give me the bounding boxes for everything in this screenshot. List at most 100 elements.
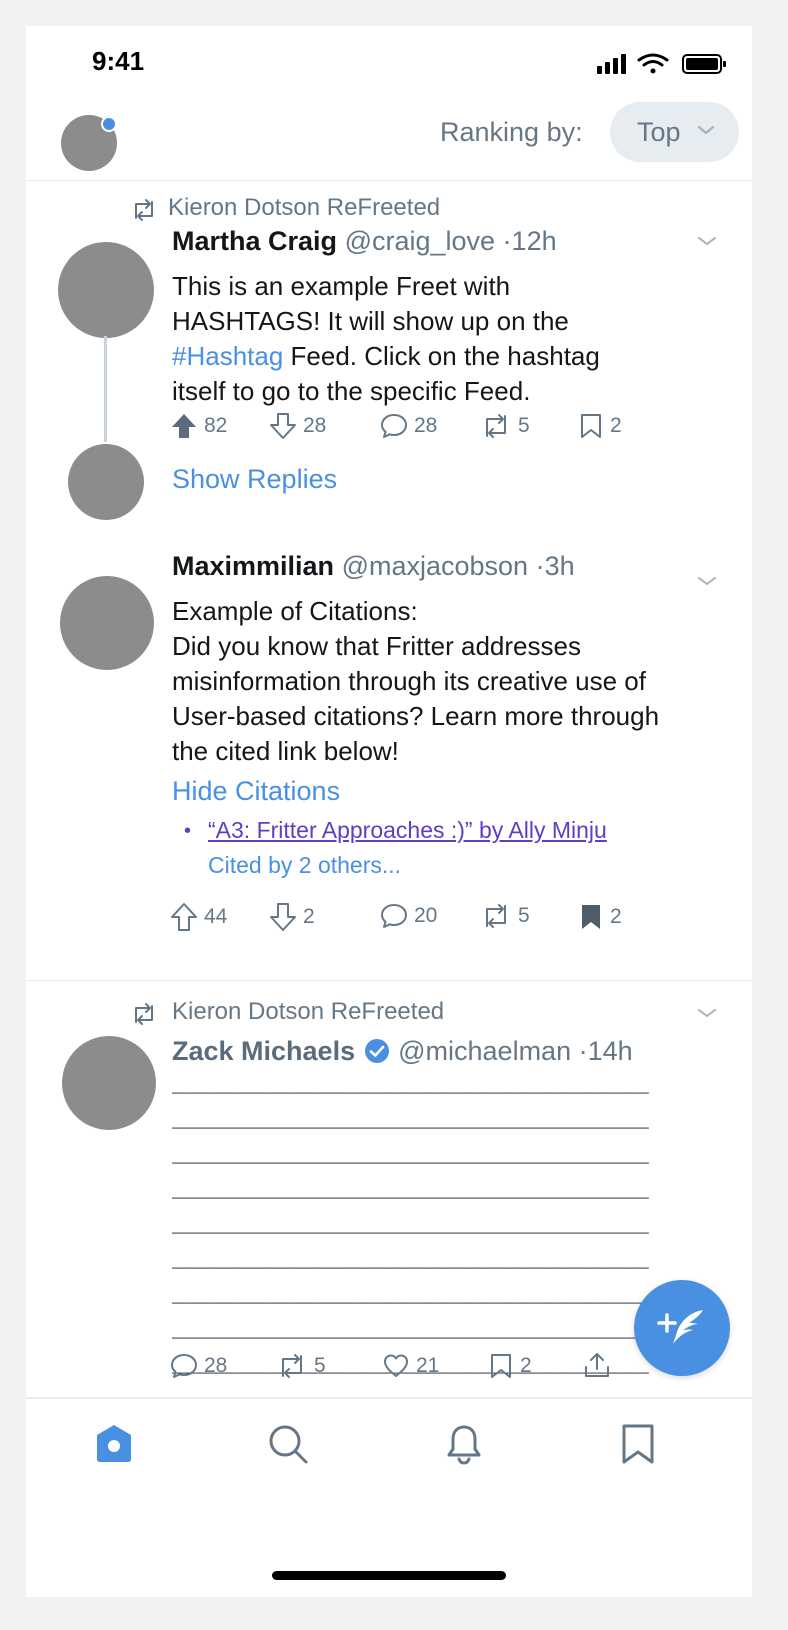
battery-icon — [682, 54, 726, 74]
cited-by-link[interactable]: Cited by 2 others... — [208, 852, 401, 879]
comment-icon — [171, 1354, 197, 1378]
upvote-icon — [171, 903, 197, 931]
bookmark-button[interactable]: 2 — [578, 902, 622, 932]
ranking-value: Top — [637, 117, 681, 147]
tab-search[interactable] — [264, 1420, 312, 1468]
post-text-line: HASHTAGS! It will show up on the — [172, 306, 569, 336]
status-icons — [591, 52, 731, 76]
hide-citations-link[interactable]: Hide Citations — [172, 776, 340, 807]
bookmark-filled-icon — [582, 905, 600, 929]
comment-count: 28 — [204, 1354, 228, 1377]
comment-button[interactable]: 20 — [380, 902, 437, 930]
upvote-button[interactable]: 82 — [170, 412, 227, 440]
post-text-line: Did you know that Fritter addresses — [172, 631, 581, 661]
bookmark-button[interactable]: 2 — [578, 412, 622, 440]
share-icon — [585, 1353, 609, 1377]
comment-icon — [381, 414, 407, 438]
comment-count: 20 — [414, 904, 438, 927]
bookmark-button[interactable]: 2 — [488, 1352, 532, 1380]
like-button[interactable]: 21 — [382, 1352, 439, 1380]
post-time: ·12h — [502, 226, 557, 256]
downvote-button[interactable]: 28 — [269, 412, 326, 440]
verified-badge-icon — [364, 1039, 389, 1063]
comment-button[interactable]: 28 — [380, 412, 437, 440]
downvote-button[interactable]: 2 — [269, 902, 315, 932]
bookmark-count: 2 — [520, 1354, 532, 1377]
wifi-icon — [637, 53, 669, 74]
heart-icon — [384, 1354, 408, 1377]
search-icon — [269, 1425, 308, 1464]
post-avatar[interactable] — [60, 576, 154, 670]
refreet-icon — [486, 414, 506, 438]
post-avatar[interactable] — [58, 242, 154, 338]
post-avatar[interactable] — [62, 1036, 156, 1130]
post-text-line: ____________________________________ — [172, 1279, 649, 1304]
refreet-icon — [486, 904, 506, 928]
upvote-count: 82 — [204, 414, 228, 437]
upvote-count: 44 — [204, 905, 228, 928]
downvote-count: 2 — [303, 905, 315, 928]
like-count: 21 — [416, 1354, 440, 1377]
post-header: Zack Michaels @michaelman ·14h — [172, 1036, 633, 1067]
refreet-button[interactable]: 5 — [480, 902, 530, 930]
upvote-filled-icon — [172, 414, 196, 438]
ranking-label: Ranking by: — [440, 117, 583, 147]
downvote-icon — [270, 413, 296, 439]
reply-avatar[interactable] — [68, 444, 144, 520]
bookmark-count: 2 — [610, 414, 622, 437]
refreet-button[interactable]: 5 — [276, 1352, 326, 1380]
thread-line — [104, 336, 107, 442]
author-handle[interactable]: @craig_love — [345, 226, 495, 256]
bookmark-count: 2 — [610, 905, 622, 928]
post-divider — [26, 980, 752, 981]
comment-button[interactable]: 28 — [170, 1352, 227, 1380]
post-text: This is an example Freet with HASHTAGS! … — [172, 269, 702, 409]
share-button[interactable] — [582, 1350, 612, 1380]
citation-link[interactable]: “A3: Fritter Approaches :)” by Ally Minj… — [208, 817, 607, 844]
author-handle[interactable]: @maxjacobson — [342, 551, 529, 581]
header-divider — [26, 180, 752, 181]
post-text-line: ____________________________________ — [172, 1174, 649, 1199]
author-name[interactable]: Zack Michaels — [172, 1036, 355, 1066]
author-name[interactable]: Martha Craig — [172, 226, 337, 256]
bookmark-icon — [622, 1424, 654, 1464]
chevron-down-icon[interactable] — [696, 574, 718, 588]
refreet-button[interactable]: 5 — [480, 412, 530, 440]
refreet-context-icon — [135, 1003, 153, 1025]
post-text-line: ____________________________________ — [172, 1209, 649, 1234]
compose-button[interactable] — [634, 1280, 730, 1376]
tab-notifications[interactable] — [440, 1420, 488, 1468]
bell-icon — [447, 1425, 481, 1465]
notification-dot — [101, 116, 117, 132]
post-text: ____________________________________ ___… — [172, 1064, 702, 1379]
post-text-fragment: Feed. Click on the hashtag — [283, 341, 600, 371]
post-text: Example of Citations: Did you know that … — [172, 594, 712, 769]
chevron-down-icon[interactable] — [696, 1006, 718, 1020]
chevron-down-icon[interactable] — [696, 234, 718, 248]
author-name[interactable]: Maximmilian — [172, 551, 334, 581]
compose-feather-icon — [657, 1310, 703, 1344]
post-text-line: the cited link below! — [172, 736, 399, 766]
citation-bullet: • — [184, 820, 192, 842]
post-header: Maximmilian @maxjacobson ·3h — [172, 551, 575, 582]
upvote-button[interactable]: 44 — [170, 902, 227, 932]
post-text-line: User-based citations? Learn more through — [172, 701, 660, 731]
refreet-count: 5 — [518, 414, 530, 437]
post-time: ·14h — [578, 1036, 633, 1066]
post-time: ·3h — [535, 551, 575, 581]
hashtag-link[interactable]: #Hashtag — [172, 341, 283, 371]
refreet-icon — [282, 1354, 302, 1378]
post-text-line: ____________________________________ — [172, 1244, 649, 1269]
tab-home[interactable] — [90, 1420, 138, 1468]
show-replies-link[interactable]: Show Replies — [172, 464, 337, 495]
refreet-count: 5 — [314, 1354, 326, 1377]
refreet-context-icon — [135, 199, 153, 221]
tab-bookmarks[interactable] — [614, 1420, 662, 1468]
post-text-line: misinformation through its creative use … — [172, 666, 646, 696]
post-text-line: This is an example Freet with — [172, 271, 511, 301]
home-icon — [97, 1425, 131, 1462]
author-handle[interactable]: @michaelman — [398, 1036, 571, 1066]
refreet-count: 5 — [518, 904, 530, 927]
comment-count: 28 — [414, 414, 438, 437]
refreet-context: Kieron Dotson ReFreeted — [168, 194, 441, 221]
